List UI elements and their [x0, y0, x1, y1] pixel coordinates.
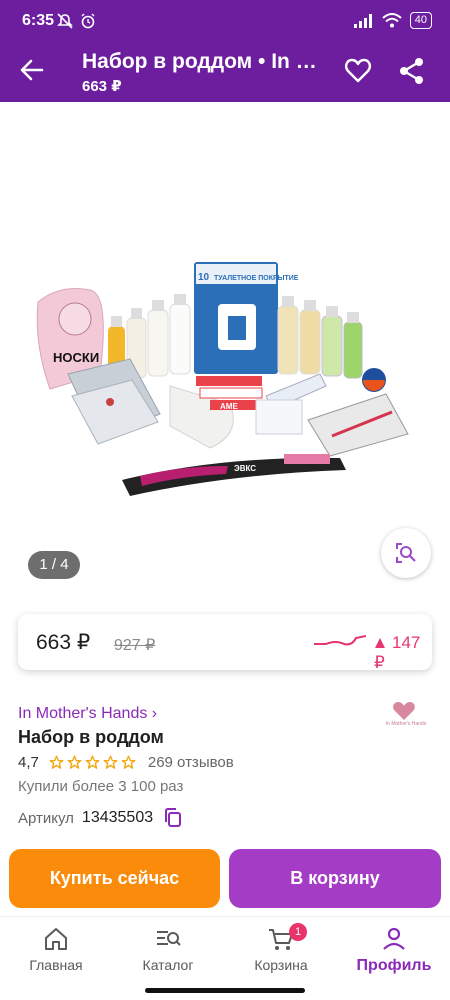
cart-badge: 1: [289, 923, 307, 941]
article-label: Артикул: [18, 809, 74, 827]
current-price: 663 ₽: [36, 631, 91, 654]
tab-profile[interactable]: Профиль: [344, 927, 444, 975]
page-title: Набор в роддом • In Mother's Hands: [82, 50, 322, 73]
app-bar: Набор в роддом • In Mother's Hands 663 ₽: [0, 40, 450, 102]
wifi-icon: [382, 13, 402, 28]
reviews-count[interactable]: 269 отзывов: [148, 754, 234, 771]
brand-logo-text: In Mother's Hands: [385, 721, 427, 727]
rating-stars: [49, 755, 136, 770]
mute-icon: [57, 13, 73, 29]
article-number: 13435503: [81, 809, 154, 826]
home-icon: [45, 928, 67, 950]
tab-cart[interactable]: 1 Корзина: [231, 923, 331, 973]
tab-home-label: Главная: [29, 957, 83, 973]
article-row: Артикул 13435503: [18, 808, 183, 828]
svg-text:AME: AME: [220, 402, 238, 411]
catalog-search-icon: [157, 931, 181, 946]
star-icon: [121, 755, 136, 769]
gallery-counter: 1 / 4: [28, 551, 80, 579]
product-name: Набор в роддом: [18, 727, 164, 747]
product-photo: НОСКИ 10 ТУАЛЕТНОЕ ПОКРЫТИЕ AME ЭВКС: [20, 104, 430, 594]
add-to-cart-button[interactable]: В корзину: [229, 849, 441, 908]
battery-indicator: 40: [409, 12, 432, 29]
visual-search-icon: [396, 543, 416, 563]
home-indicator[interactable]: [145, 988, 305, 993]
triangle-up-icon: [375, 638, 385, 648]
tab-cart-label: Корзина: [254, 957, 308, 973]
old-price: 927 ₽: [114, 637, 156, 654]
svg-text:НОСКИ: НОСКИ: [53, 350, 99, 365]
svg-text:10: 10: [198, 272, 210, 283]
rating-row[interactable]: 4,7 269 отзывов: [18, 754, 234, 771]
signal-icon: [353, 13, 372, 28]
tab-profile-label: Профиль: [356, 957, 432, 974]
alarm-icon: [81, 13, 95, 29]
profile-icon: [383, 927, 405, 950]
tab-catalog[interactable]: Каталог: [118, 927, 218, 973]
svg-text:ЭВКС: ЭВКС: [234, 464, 256, 473]
page-subtitle-price: 663 ₽: [82, 78, 122, 95]
star-icon: [103, 755, 118, 769]
product-gallery[interactable]: НОСКИ 10 ТУАЛЕТНОЕ ПОКРЫТИЕ AME ЭВКС: [20, 104, 430, 594]
price-history-sparkline-icon[interactable]: [314, 632, 366, 652]
price-card[interactable]: 663 ₽ 927 ₽ 147 ₽: [18, 614, 432, 673]
rating-value: 4,7: [18, 754, 39, 771]
purchase-count: Купили более 3 100 раз: [18, 778, 184, 795]
share-icon[interactable]: [398, 57, 426, 85]
tab-home[interactable]: Главная: [6, 927, 106, 973]
brand-link[interactable]: In Mother's Hands ›: [18, 705, 157, 723]
buy-now-button[interactable]: Купить сейчас: [9, 849, 220, 908]
svg-text:ТУАЛЕТНОЕ ПОКРЫТИЕ: ТУАЛЕТНОЕ ПОКРЫТИЕ: [214, 275, 299, 282]
status-bar: 6:35 40: [0, 0, 450, 40]
star-icon: [85, 755, 100, 769]
heart-logo-icon: [393, 702, 415, 720]
back-arrow-icon[interactable]: [18, 56, 46, 84]
star-icon: [49, 755, 64, 769]
brand-logo[interactable]: In Mother's Hands: [382, 700, 426, 730]
favorite-heart-icon[interactable]: [344, 57, 372, 85]
copy-icon[interactable]: [163, 808, 183, 828]
similar-search-button[interactable]: [381, 528, 431, 578]
price-change-value: 147 ₽: [374, 633, 432, 673]
tab-catalog-label: Каталог: [142, 957, 194, 973]
star-icon: [67, 755, 82, 769]
status-time: 6:35: [22, 12, 55, 29]
